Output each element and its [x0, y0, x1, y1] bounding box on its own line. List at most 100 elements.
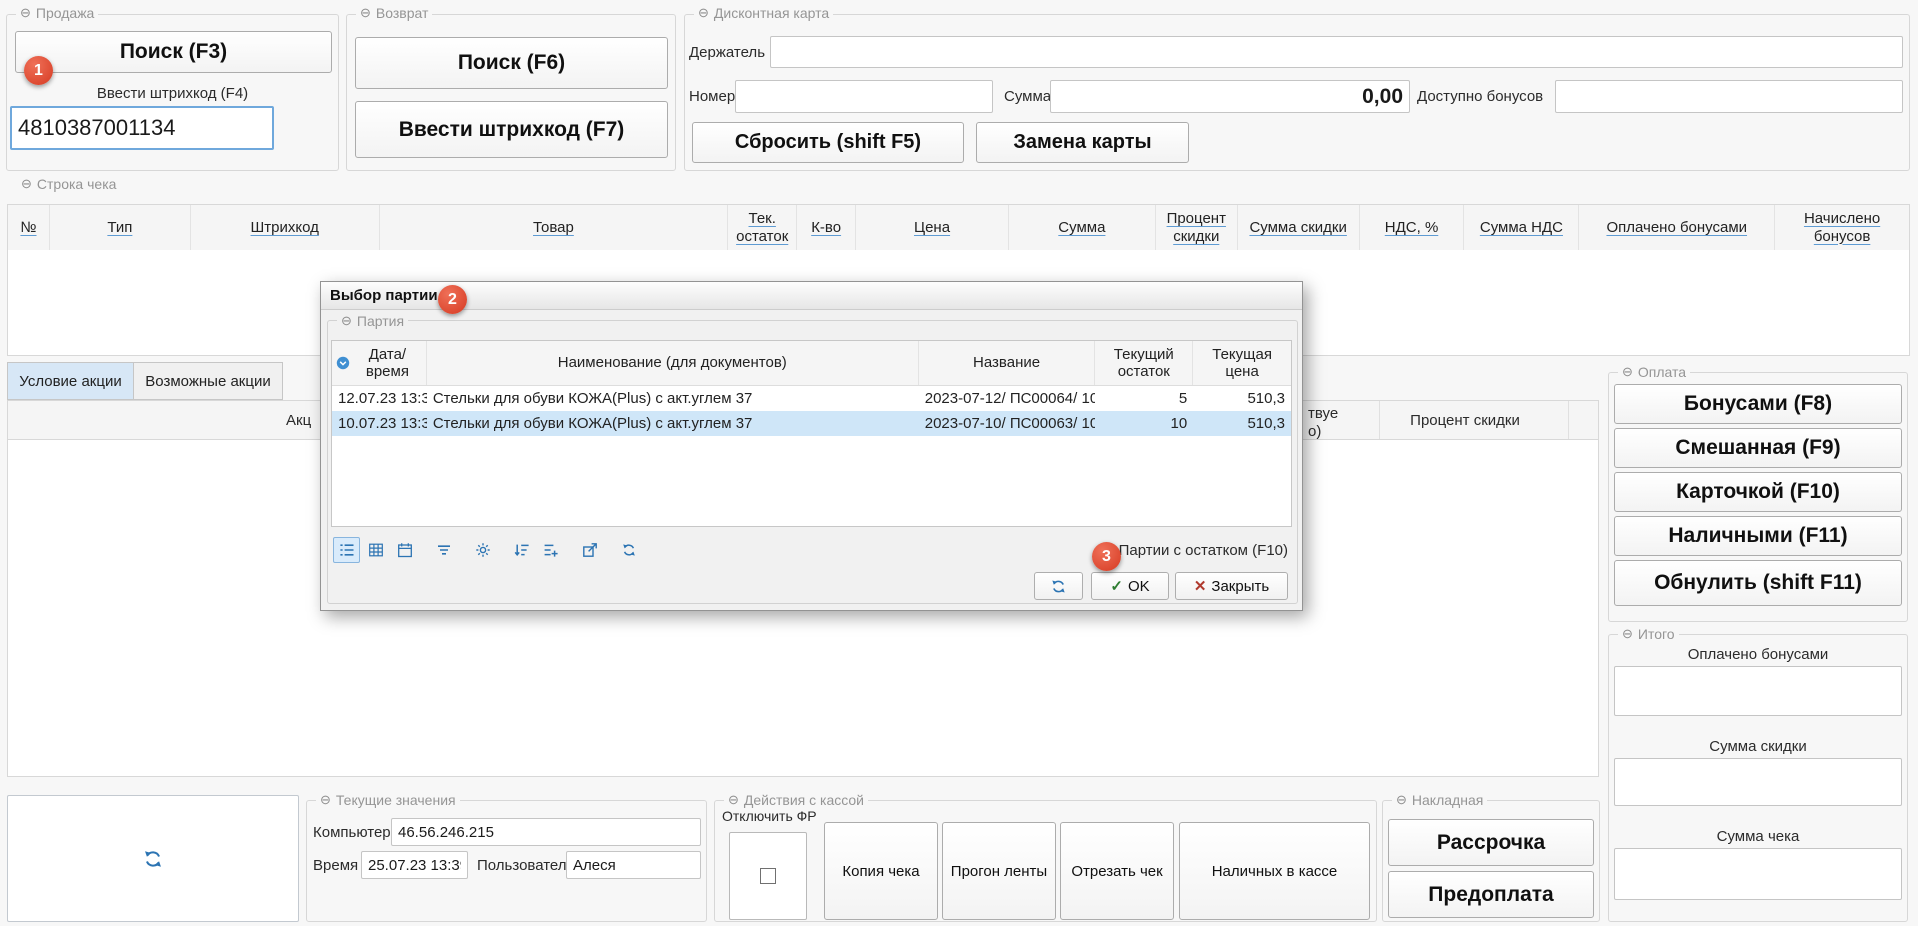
tape-run-button[interactable]: Прогон ленты	[942, 822, 1056, 920]
refresh-icon[interactable]	[142, 848, 164, 870]
bonus-available-input[interactable]	[1555, 80, 1903, 113]
column-header[interactable]: Сумма	[1009, 205, 1156, 250]
cell-datetime: 10.07.23 13:35	[332, 411, 427, 436]
column-header[interactable]: Начислено бонусов	[1775, 205, 1909, 250]
user-label: Пользователь	[477, 857, 574, 874]
user-input[interactable]	[566, 851, 701, 879]
list-view-icon[interactable]	[333, 537, 360, 563]
column-header-label: №	[20, 219, 36, 236]
dialog-title-bar[interactable]: Выбор партии	[321, 282, 1302, 310]
collapse-icon[interactable]: ⊖	[360, 5, 371, 21]
receipt-sum-input[interactable]	[1614, 848, 1902, 900]
column-header[interactable]: Сумма НДС	[1464, 205, 1579, 250]
cell-price: 510,3	[1193, 411, 1291, 436]
column-header[interactable]: Процент скидки	[1156, 205, 1238, 250]
column-header[interactable]: №	[8, 205, 50, 250]
reload-loop-icon[interactable]	[615, 537, 642, 563]
column-header[interactable]: Сумма скидки	[1238, 205, 1360, 250]
sale-search-button[interactable]: Поиск (F3)	[15, 31, 332, 73]
refund-barcode-button[interactable]: Ввести штрихкод (F7)	[355, 101, 668, 158]
pay-cash-button[interactable]: Наличными (F11)	[1614, 516, 1902, 556]
column-header-label: НДС, %	[1385, 219, 1439, 236]
promo-discount-column-header[interactable]: Процент скидки	[1385, 412, 1545, 429]
cash-in-register-button[interactable]: Наличных в кассе	[1179, 822, 1370, 920]
column-header-label: Цена	[914, 219, 950, 236]
column-header[interactable]: Штрихкод	[191, 205, 380, 250]
sale-barcode-input[interactable]	[10, 106, 274, 150]
column-separator	[1379, 401, 1380, 439]
list-add-icon[interactable]	[537, 537, 564, 563]
column-header-doc[interactable]: Название	[919, 341, 1096, 385]
column-header[interactable]: Товар	[380, 205, 729, 250]
group-title: Партия	[357, 313, 404, 329]
column-header-label: Начислено бонусов	[1777, 210, 1907, 245]
computer-label: Компьютер	[313, 824, 391, 841]
collapse-icon[interactable]: ⊖	[20, 5, 31, 21]
filter-icon[interactable]	[430, 537, 457, 563]
cut-receipt-button[interactable]: Отрезать чек	[1060, 822, 1174, 920]
sale-group-label: ⊖ Продажа	[16, 5, 98, 21]
cell-datetime: 12.07.23 13:36	[332, 386, 427, 411]
open-external-icon[interactable]	[576, 537, 603, 563]
column-header-label: Текущая цена	[1197, 346, 1287, 381]
batch-group-label: ⊖ Партия	[337, 313, 408, 329]
column-header[interactable]: Оплачено бонусами	[1579, 205, 1775, 250]
pos-window: ⊖ Продажа Поиск (F3) Ввести штрихкод (F4…	[0, 0, 1918, 926]
tab-promo-conditions[interactable]: Условие акции	[7, 362, 134, 400]
refund-search-button[interactable]: Поиск (F6)	[355, 37, 668, 89]
column-header-label: Тек. остаток	[730, 210, 794, 245]
card-reset-button[interactable]: Сбросить (shift F5)	[692, 122, 964, 163]
tab-possible-promos[interactable]: Возможные акции	[133, 362, 283, 400]
receipt-copy-button[interactable]: Копия чека	[824, 822, 938, 920]
holder-input[interactable]	[770, 36, 1903, 68]
prepayment-button[interactable]: Предоплата	[1388, 871, 1594, 918]
column-header[interactable]: Тек. остаток	[728, 205, 797, 250]
pay-reset-button[interactable]: Обнулить (shift F11)	[1614, 560, 1902, 606]
dialog-refresh-button[interactable]	[1034, 572, 1083, 600]
table-row-selected[interactable]: 10.07.23 13:35 Стельки для обуви КОЖА(Pl…	[332, 411, 1291, 436]
grid-view-icon[interactable]	[362, 537, 389, 563]
collapse-icon[interactable]: ⊖	[21, 176, 32, 192]
column-header-price[interactable]: Текущая цена	[1193, 341, 1291, 385]
calendar-icon[interactable]	[391, 537, 418, 563]
cash-actions-group-label: ⊖ Действия с кассой	[724, 792, 868, 808]
card-number-input[interactable]	[735, 80, 993, 113]
pay-mixed-button[interactable]: Смешанная (F9)	[1614, 428, 1902, 468]
collapse-icon[interactable]: ⊖	[1622, 626, 1633, 642]
column-header[interactable]: Тип	[50, 205, 191, 250]
column-header[interactable]: К-во	[797, 205, 856, 250]
card-replace-button[interactable]: Замена карты	[976, 122, 1189, 163]
sort-list-icon[interactable]	[508, 537, 535, 563]
collapse-icon[interactable]: ⊖	[1622, 364, 1633, 380]
paid-bonus-input[interactable]	[1614, 666, 1902, 716]
column-header-stock[interactable]: Текущий остаток	[1095, 341, 1193, 385]
table-row[interactable]: 12.07.23 13:36 Стельки для обуви КОЖА(Pl…	[332, 386, 1291, 411]
column-header-name[interactable]: Наименование (для документов)	[427, 341, 919, 385]
column-header[interactable]: НДС, %	[1360, 205, 1465, 250]
stock-filter-label[interactable]: Партии с остатком (F10)	[1119, 542, 1288, 559]
pay-bonus-button[interactable]: Бонусами (F8)	[1614, 384, 1902, 424]
pay-card-button[interactable]: Карточкой (F10)	[1614, 472, 1902, 512]
receipt-table-header: № Тип Штрихкод Товар Тек. остаток К-во Ц…	[7, 204, 1910, 251]
collapse-icon[interactable]: ⊖	[1396, 792, 1407, 808]
collapse-icon[interactable]: ⊖	[341, 313, 352, 329]
sort-icon[interactable]	[336, 356, 350, 370]
annotation-badge-2: 2	[438, 285, 467, 314]
collapse-icon[interactable]: ⊖	[728, 792, 739, 808]
column-header-datetime[interactable]: Дата/время	[332, 341, 427, 385]
disable-fr-checkbox[interactable]	[760, 868, 776, 884]
computer-input[interactable]	[391, 818, 701, 846]
ok-button[interactable]: ✓ OK	[1091, 572, 1169, 600]
collapse-icon[interactable]: ⊖	[698, 5, 709, 21]
time-input[interactable]	[361, 851, 468, 879]
column-header-label: Штрихкод	[251, 219, 319, 236]
collapse-icon[interactable]: ⊖	[320, 792, 331, 808]
promo-column-fragment-right-top: твуе	[1308, 405, 1338, 422]
column-header[interactable]: Цена	[856, 205, 1009, 250]
settings-gear-icon[interactable]	[469, 537, 496, 563]
installment-button[interactable]: Рассрочка	[1388, 819, 1594, 866]
group-title: Строка чека	[37, 176, 117, 192]
card-sum-input[interactable]	[1050, 80, 1410, 113]
discount-sum-input[interactable]	[1614, 758, 1902, 806]
close-button[interactable]: ✕ Закрыть	[1175, 572, 1288, 600]
